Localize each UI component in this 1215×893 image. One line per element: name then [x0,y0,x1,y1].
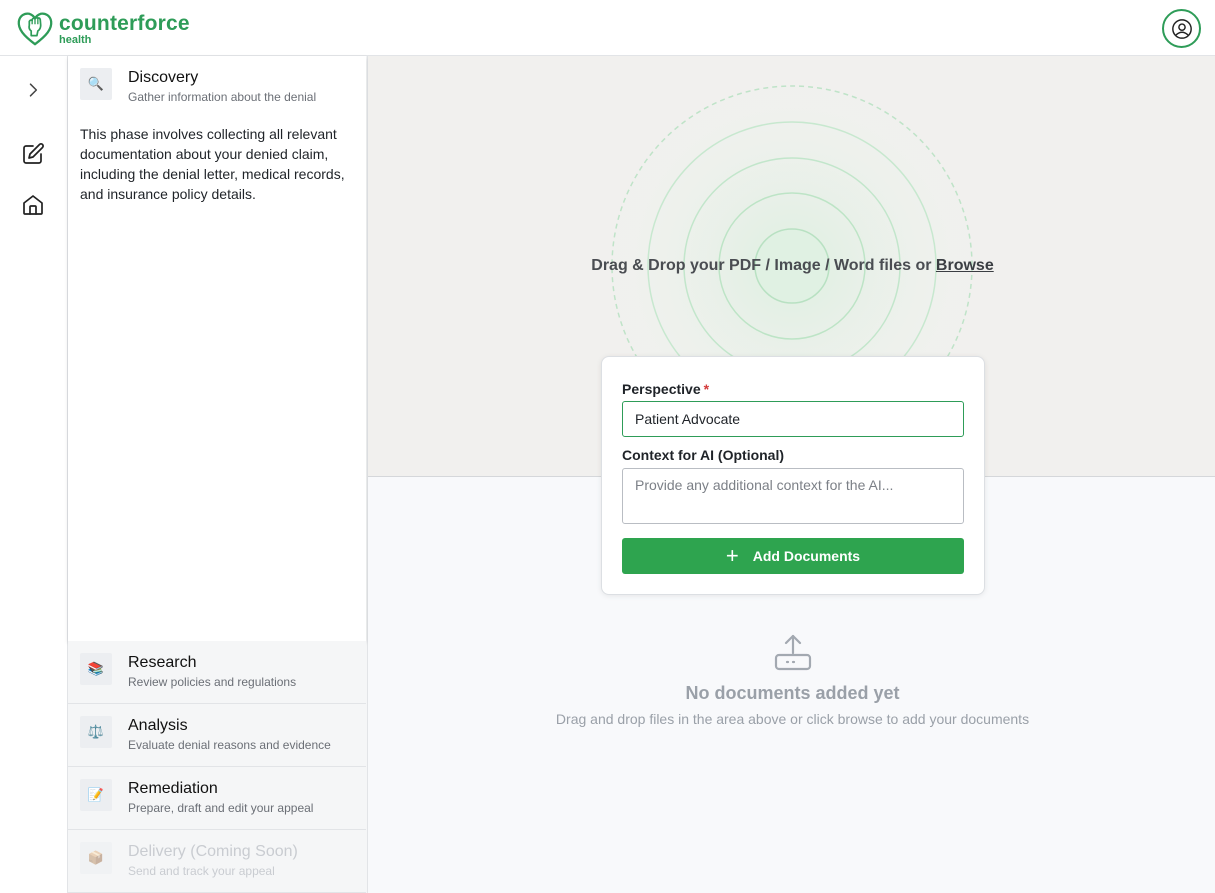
main-content: Drag & Drop your PDF / Image / Word file… [368,56,1215,893]
phase-description: This phase involves collecting all relev… [80,126,345,202]
empty-state: No documents added yet Drag and drop fil… [368,633,1215,727]
phase-title: Remediation [128,780,218,797]
phase-research[interactable]: 📚 Research Review policies and regulatio… [68,641,366,704]
phase-delivery: 📦 Delivery (Coming Soon) Send and track … [68,830,366,893]
upload-form-card: Perspective* Context for AI (Optional) +… [601,356,985,595]
brand-name: counterforce [59,11,190,35]
dropzone-prompt: Drag & Drop your PDF / Image / Word file… [368,257,1215,275]
empty-state-title: No documents added yet [685,683,900,703]
add-documents-label: Add Documents [752,548,861,564]
add-documents-button[interactable]: + Add Documents [622,538,964,574]
phase-title: Analysis [128,717,188,734]
phase-remediation[interactable]: 📝 Remediation Prepare, draft and edit yo… [68,767,366,830]
brand-subtitle: health [59,33,92,46]
phase-title: Delivery (Coming Soon) [128,843,298,860]
required-mark: * [703,381,710,397]
expand-sidebar-button[interactable] [20,77,46,103]
user-circle-icon [1171,18,1192,39]
context-label: Context for AI (Optional) [622,447,785,463]
context-textarea[interactable] [622,468,964,524]
magnifier-icon: 🔍 [80,68,112,100]
browse-link[interactable]: Browse [936,257,994,274]
heart-fist-logo-icon [17,12,53,46]
perspective-label-text: Perspective [622,381,701,397]
dropzone-text: Drag & Drop your PDF / Image / Word file… [591,257,932,274]
perspective-label: Perspective * [622,381,709,397]
user-menu-button[interactable] [1162,9,1201,48]
scales-icon: ⚖️ [80,716,112,748]
phase-subtitle: Send and track your appeal [128,864,275,878]
phase-title: Research [128,654,197,671]
chevron-right-icon [29,83,38,97]
upload-tray-icon [774,634,811,671]
phase-subtitle: Evaluate denial reasons and evidence [128,738,331,752]
perspective-input[interactable] [622,401,964,437]
phase-subtitle: Prepare, draft and edit your appeal [128,801,314,815]
home-icon [23,195,43,215]
app-header: counterforce health [0,0,1215,56]
package-icon: 📦 [80,842,112,874]
memo-icon: 📝 [80,779,112,811]
phase-subtitle: Gather information about the denial [128,90,317,104]
phases-panel: 🔍 Discovery Gather information about the… [68,56,368,893]
plus-icon: + [725,543,739,568]
empty-state-subtitle: Drag and drop files in the area above or… [555,711,1030,727]
phase-title: Discovery [128,69,199,86]
phase-subtitle: Review policies and regulations [128,675,297,689]
home-button[interactable] [20,192,46,218]
brand-logo[interactable]: counterforce health [16,10,190,48]
edit-icon [23,143,44,164]
new-appeal-button[interactable] [20,141,46,167]
phase-discovery[interactable]: 🔍 Discovery Gather information about the… [68,56,366,641]
phase-analysis[interactable]: ⚖️ Analysis Evaluate denial reasons and … [68,704,366,767]
left-rail [0,56,68,893]
books-icon: 📚 [80,653,112,685]
